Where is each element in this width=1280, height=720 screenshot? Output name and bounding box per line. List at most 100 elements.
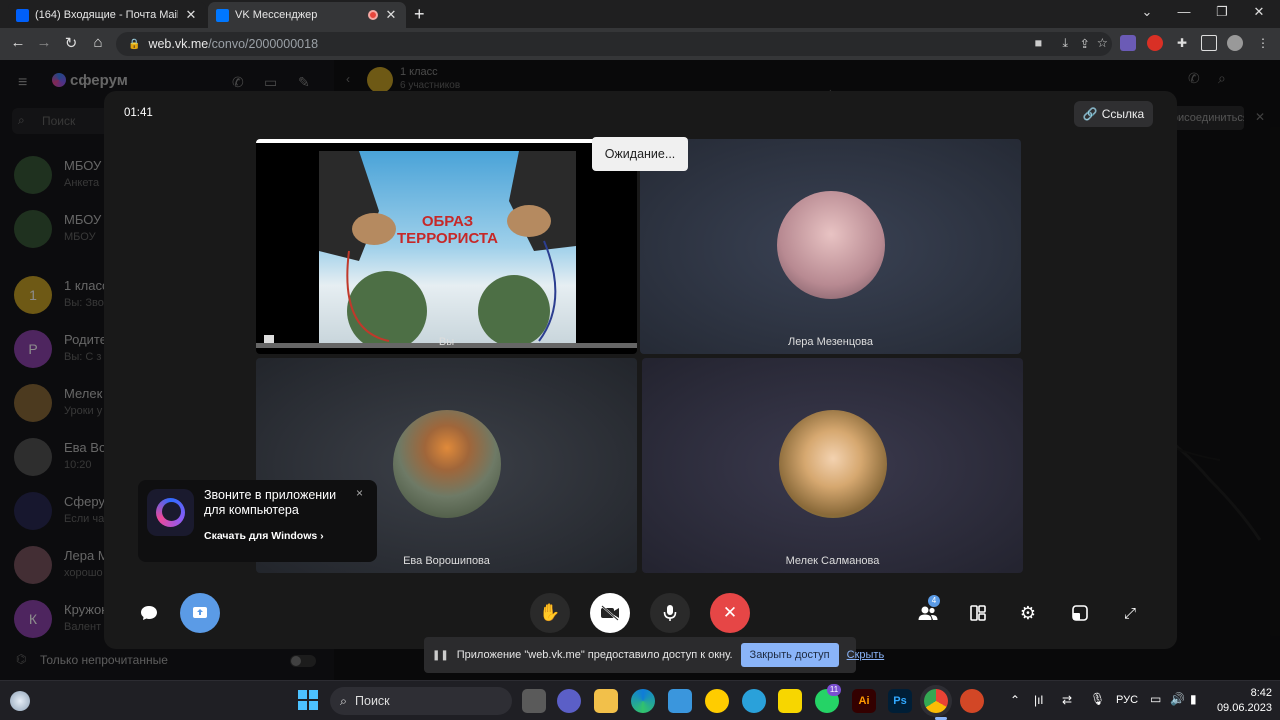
microphone-tray-icon[interactable]: 🎙 [1090, 692, 1105, 706]
back-icon[interactable]: ← [8, 34, 28, 51]
teams-chat-icon[interactable] [557, 689, 581, 713]
tile-participant[interactable]: Лера Мезенцова [640, 139, 1021, 354]
slide-title: ОБРАЗ ТЕРРОРИСТА [319, 213, 576, 247]
extension-icon[interactable] [1120, 35, 1136, 51]
participant-name: Лера Мезенцова [787, 336, 874, 348]
tab-mail[interactable]: (164) Входящие - Почта Mail.ru ✕ [8, 2, 206, 28]
search-icon: ⌕ [340, 693, 348, 708]
adblock-extension-icon[interactable] [1147, 35, 1163, 51]
tab-title: (164) Входящие - Почта Mail.ru [35, 9, 178, 21]
layout-grid-icon [970, 605, 986, 621]
weather-icon[interactable] [10, 691, 30, 711]
hide-link[interactable]: Скрыть [847, 649, 885, 661]
network-icon[interactable]: ▭ [1150, 692, 1161, 706]
close-icon: ✕ [722, 603, 738, 622]
clock-date: 09.06.2023 [1216, 702, 1272, 714]
browser-toolbar: ← → ↻ ⌂ 🔒 web.vk.me /convo/2000000018 ■ … [0, 28, 1280, 60]
audio-visualizer-icon[interactable]: |ıl [1034, 693, 1043, 707]
camera-toggle-button[interactable] [590, 593, 630, 633]
tile-self-screenshare[interactable]: ОБРАЗ ТЕРРОРИСТА Вы [256, 139, 637, 354]
profile-avatar[interactable] [1227, 35, 1243, 51]
raise-hand-button[interactable]: ✋ [530, 593, 570, 633]
side-panel-icon[interactable] [1201, 35, 1217, 51]
taskbar-search[interactable]: ⌕ Поиск [330, 687, 512, 715]
fullscreen-icon[interactable]: ⤢ [1118, 601, 1142, 625]
microphone-button[interactable] [650, 593, 690, 633]
forward-icon[interactable]: → [34, 34, 54, 51]
participants-button[interactable]: 4 [916, 595, 940, 625]
windows-start-icon[interactable] [298, 690, 318, 710]
recording-icon [368, 10, 378, 20]
url-path: /convo/2000000018 [208, 37, 319, 51]
volume-icon[interactable]: 🔊 [1170, 692, 1185, 706]
camera-icon[interactable]: ■ [1034, 36, 1042, 50]
desktop-app-promo: Звоните в приложении для компьютера Скач… [138, 480, 377, 562]
illustrator-icon[interactable]: Ai [852, 689, 876, 713]
controls-icon[interactable]: ⇄ [1062, 693, 1072, 707]
share-icon[interactable]: ⇪ [1080, 36, 1090, 51]
maximize-icon[interactable]: ❐ [1212, 4, 1232, 20]
screen-share-button[interactable] [180, 593, 220, 633]
home-icon[interactable]: ⌂ [88, 34, 108, 51]
settings-gear-icon[interactable]: ⚙ [1016, 601, 1040, 625]
language-indicator[interactable]: РУС [1116, 694, 1138, 706]
mail-favicon-icon [16, 8, 29, 22]
pause-icon: ❚❚ [432, 649, 449, 661]
yandex-icon[interactable] [705, 689, 729, 713]
participant-avatar [777, 191, 885, 299]
whatsapp-icon[interactable]: 11 [815, 684, 841, 713]
tab-title: VK Мессенджер [235, 9, 318, 21]
waiting-popup: Ожидание... [592, 137, 688, 171]
clock[interactable]: 8:42 09.06.2023 [1210, 686, 1272, 716]
end-call-button[interactable]: ✕ [710, 593, 750, 633]
reload-icon[interactable]: ↻ [61, 34, 81, 52]
link-label: Ссылка [1101, 107, 1145, 121]
photoshop-icon[interactable]: Ps [888, 689, 912, 713]
clock-time: 8:42 [1250, 687, 1272, 699]
file-explorer-icon[interactable] [594, 689, 618, 713]
powerpoint-icon[interactable] [960, 689, 984, 713]
extensions-puzzle-icon[interactable]: ✚ [1174, 35, 1190, 51]
menu-dots-icon[interactable]: ⋮ [1255, 35, 1271, 51]
stop-sharing-button[interactable]: Закрыть доступ [740, 643, 839, 667]
minimize-icon[interactable]: — [1174, 4, 1194, 19]
link-button[interactable]: 🔗 Ссылка [1074, 101, 1153, 127]
chrome-icon[interactable] [924, 689, 948, 713]
install-app-icon[interactable]: ⤓ [1062, 36, 1068, 51]
telegram-icon[interactable] [742, 689, 766, 713]
tile-participant[interactable]: Мелек Салманова [642, 358, 1023, 573]
download-windows-link[interactable]: Скачать для Windows › [204, 530, 324, 542]
close-icon[interactable]: × [356, 486, 363, 500]
sticky-notes-icon[interactable] [778, 689, 802, 713]
task-view-icon[interactable] [522, 689, 546, 713]
participant-name: Мелек Салманова [785, 555, 880, 567]
chevron-up-icon[interactable]: ⌃ [1010, 693, 1020, 707]
taskbar-search-label: Поиск [355, 694, 390, 708]
pip-icon [1072, 605, 1088, 621]
layout-grid-button[interactable] [966, 601, 990, 625]
new-tab-icon[interactable]: + [414, 4, 425, 25]
tab-vk-messenger[interactable]: VK Мессенджер ✕ [208, 2, 406, 28]
picture-in-picture-button[interactable] [1068, 601, 1092, 625]
slide-title-line2: ТЕРРОРИСТА [397, 230, 498, 247]
tab-search-icon[interactable]: ⌄ [1137, 4, 1157, 20]
notification-badge: 11 [827, 684, 841, 696]
battery-icon[interactable]: ▮ [1190, 692, 1197, 706]
microphone-icon [663, 605, 677, 621]
participant-avatar [779, 410, 887, 518]
browser-tab-bar: (164) Входящие - Почта Mail.ru ✕ VK Месс… [0, 0, 1280, 28]
chat-bubble-icon[interactable] [137, 601, 161, 625]
edge-icon[interactable] [631, 689, 655, 713]
slide-title-line1: ОБРАЗ [421, 213, 474, 230]
address-bar[interactable]: 🔒 web.vk.me /convo/2000000018 ■ ⤓ ⇪ ☆ [116, 32, 1112, 56]
participant-avatar [393, 410, 501, 518]
close-window-icon[interactable]: ✕ [1249, 4, 1269, 20]
call-window: 01:41 🔗 Ссылка ОБРАЗ ТЕРРОРИСТА Вы Лера … [104, 91, 1177, 649]
call-timer: 01:41 [124, 107, 153, 119]
hand-icon: ✋ [539, 603, 561, 622]
bookmark-star-icon[interactable]: ☆ [1097, 35, 1108, 50]
store-icon[interactable] [668, 689, 692, 713]
close-tab-icon[interactable]: ✕ [384, 7, 398, 23]
close-tab-icon[interactable]: ✕ [184, 7, 198, 23]
screen-share-icon [193, 607, 207, 618]
